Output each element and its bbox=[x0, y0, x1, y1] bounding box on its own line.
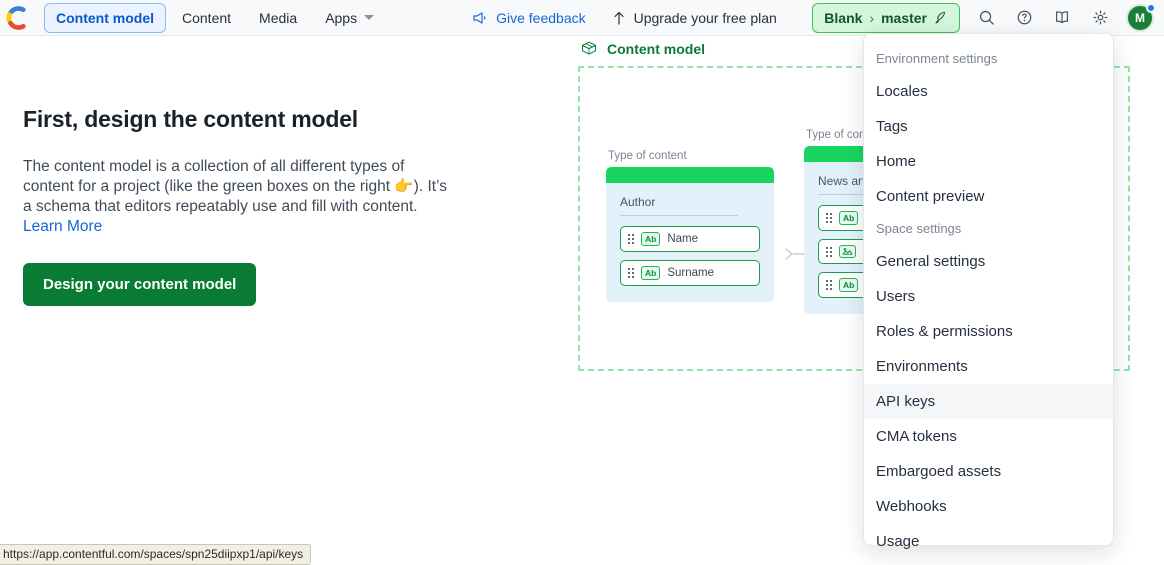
page-description: The content model is a collection of all… bbox=[23, 157, 453, 237]
menu-section-space-settings: Space settings bbox=[876, 221, 962, 236]
tab-apps-label: Apps bbox=[325, 9, 358, 26]
menu-item-content-preview[interactable]: Content preview bbox=[864, 179, 1113, 214]
menu-item-api-keys[interactable]: API keys bbox=[864, 384, 1113, 419]
chevron-down-icon bbox=[364, 15, 375, 20]
book-icon[interactable] bbox=[1050, 6, 1074, 30]
description-part-1: The content model is a collection of all… bbox=[23, 158, 405, 195]
tab-media[interactable]: Media bbox=[247, 3, 309, 33]
onboarding-panel: First, design the content model The cont… bbox=[23, 106, 453, 306]
upgrade-plan-label: Upgrade your free plan bbox=[633, 9, 777, 26]
menu-item-locales[interactable]: Locales bbox=[864, 74, 1113, 109]
top-center-actions: Give feedback Upgrade your free plan bbox=[472, 10, 777, 26]
arrow-up-icon bbox=[614, 11, 624, 25]
give-feedback-label: Give feedback bbox=[496, 9, 586, 26]
card-label: Type of content bbox=[608, 150, 687, 162]
drag-handle-icon[interactable] bbox=[826, 213, 832, 223]
menu-item-environments[interactable]: Environments bbox=[864, 349, 1113, 384]
tab-content-model[interactable]: Content model bbox=[44, 2, 166, 33]
menu-item-cma-tokens[interactable]: CMA tokens bbox=[864, 419, 1113, 454]
learn-more-link[interactable]: Learn More bbox=[23, 218, 102, 235]
settings-dropdown-menu: Environment settings Locales Tags Home C… bbox=[863, 33, 1114, 550]
drag-handle-icon[interactable] bbox=[826, 246, 832, 257]
menu-section-environment-settings: Environment settings bbox=[876, 51, 998, 66]
environment-name: master bbox=[881, 9, 927, 26]
primary-nav-tabs: Content model Content Media Apps bbox=[44, 2, 386, 33]
rocket-icon bbox=[935, 11, 945, 24]
environment-separator: › bbox=[869, 9, 875, 26]
notification-dot-icon bbox=[1146, 2, 1156, 13]
menu-item-tags[interactable]: Tags bbox=[864, 109, 1113, 144]
illustration-title-label: Content model bbox=[607, 41, 705, 57]
field-label: Name bbox=[667, 233, 699, 245]
media-field-type-icon bbox=[839, 245, 856, 258]
menu-item-general-settings[interactable]: General settings bbox=[864, 244, 1113, 279]
avatar[interactable]: M bbox=[1126, 2, 1156, 32]
menu-item-webhooks[interactable]: Webhooks bbox=[864, 489, 1113, 524]
menu-item-home[interactable]: Home bbox=[864, 144, 1113, 179]
menu-item-usage[interactable]: Usage bbox=[864, 524, 1113, 559]
drag-handle-icon[interactable] bbox=[826, 280, 832, 290]
pointing-right-emoji: 👉 bbox=[394, 178, 414, 195]
help-circle-icon[interactable] bbox=[1012, 6, 1036, 30]
content-type-card-author[interactable]: Type of content Author Ab Name Ab Surnam… bbox=[606, 150, 774, 302]
card-accent-bar bbox=[606, 167, 774, 183]
field-label: Surname bbox=[667, 267, 715, 279]
card-title: Author bbox=[620, 195, 738, 216]
menu-item-embargoed-assets[interactable]: Embargoed assets bbox=[864, 454, 1113, 489]
tab-content[interactable]: Content bbox=[170, 3, 243, 33]
menu-item-users[interactable]: Users bbox=[864, 279, 1113, 314]
tab-apps[interactable]: Apps bbox=[313, 3, 386, 33]
megaphone-icon bbox=[473, 11, 486, 24]
field-row[interactable]: Ab Surname bbox=[620, 260, 760, 286]
gear-icon[interactable] bbox=[1088, 6, 1112, 30]
text-field-type-icon: Ab bbox=[641, 266, 661, 280]
environment-selector[interactable]: Blank › master bbox=[812, 2, 960, 33]
drag-handle-icon[interactable] bbox=[628, 234, 634, 244]
give-feedback-button[interactable]: Give feedback bbox=[472, 10, 586, 26]
text-field-type-icon: Ab bbox=[839, 278, 859, 292]
design-content-model-button[interactable]: Design your content model bbox=[23, 263, 257, 306]
top-right-actions: Blank › master M bbox=[812, 2, 1156, 33]
drag-handle-icon[interactable] bbox=[628, 268, 634, 278]
card-body: Author Ab Name Ab Surname bbox=[606, 167, 774, 302]
text-field-type-icon: Ab bbox=[641, 232, 661, 246]
environment-space-name: Blank bbox=[824, 9, 863, 26]
field-row[interactable]: Ab Name bbox=[620, 226, 760, 252]
status-bar-url: https://app.contentful.com/spaces/spn25d… bbox=[0, 544, 312, 565]
page-title: First, design the content model bbox=[23, 106, 358, 132]
text-field-type-icon: Ab bbox=[839, 211, 859, 225]
cube-icon bbox=[582, 41, 596, 55]
contentful-logo-icon[interactable] bbox=[4, 4, 32, 32]
search-icon[interactable] bbox=[974, 6, 998, 30]
menu-item-roles-permissions[interactable]: Roles & permissions bbox=[864, 314, 1113, 349]
top-navigation-bar: Content model Content Media Apps Give fe… bbox=[0, 0, 1164, 36]
upgrade-plan-button[interactable]: Upgrade your free plan bbox=[612, 10, 777, 26]
